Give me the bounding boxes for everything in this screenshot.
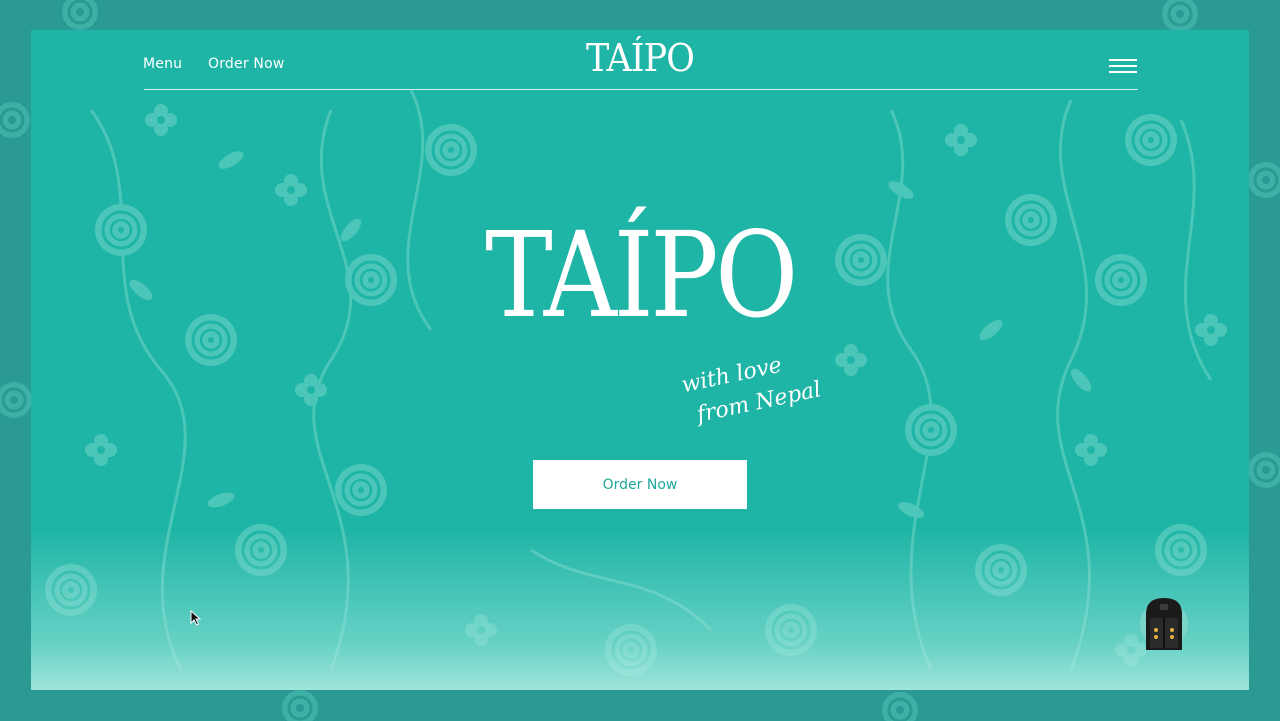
hero-title: TAÍPO	[485, 206, 798, 344]
header-divider	[144, 89, 1138, 90]
page-panel: Menu Order Now TAÍPO TAÍPO with love fro…	[31, 30, 1249, 690]
header-logo[interactable]: TAÍPO	[80, 36, 1201, 80]
door-icon[interactable]	[1140, 596, 1188, 652]
mouse-pointer-icon	[190, 610, 202, 626]
order-now-button[interactable]: Order Now	[533, 460, 747, 509]
bottom-fade	[31, 530, 1249, 690]
hamburger-icon[interactable]	[1109, 58, 1139, 76]
